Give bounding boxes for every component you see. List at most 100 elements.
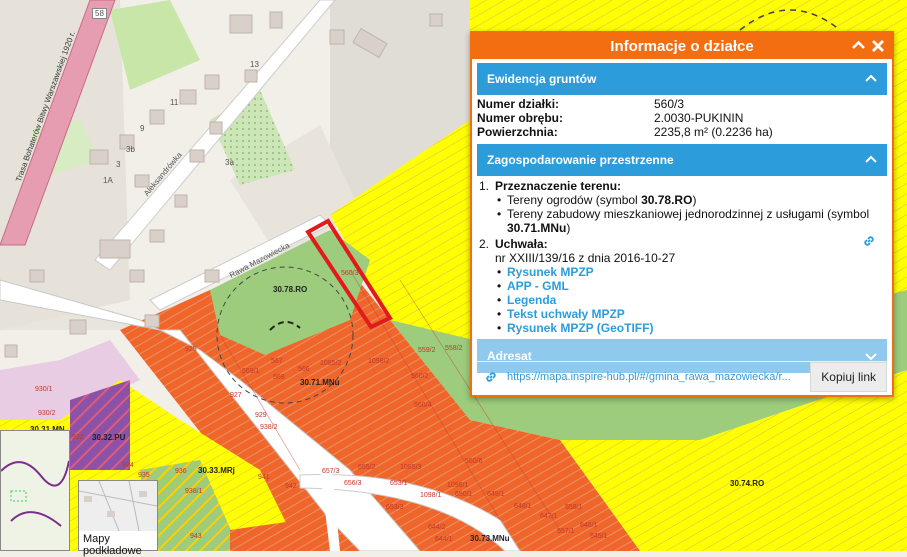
base-map-icon xyxy=(79,481,157,531)
parcel-number: 648/1 xyxy=(514,503,532,510)
parcel-number: 941 xyxy=(258,474,270,481)
parcel-number: 943 xyxy=(190,533,202,540)
zone-label: 30.74.RO xyxy=(730,479,765,488)
overview-map-thumb[interactable] xyxy=(0,430,70,551)
chevron-up-icon xyxy=(865,155,877,163)
link-rysunek-mpzp[interactable]: Rysunek MPZP xyxy=(507,265,594,279)
parcel-number: 644/1 xyxy=(435,536,453,543)
ewidencja-details: Numer działki: 560/3 Numer obrębu: 2.0030-… xyxy=(477,97,887,139)
building-number: 1A xyxy=(103,176,113,185)
building-number: 3a xyxy=(225,158,234,167)
parcel-number: 942 xyxy=(285,483,297,490)
chain-link-icon xyxy=(486,372,496,382)
link-legenda[interactable]: Legenda xyxy=(507,293,556,307)
kv-row: Numer działki: 560/3 xyxy=(477,97,887,111)
zone-symbol: 30.78.RO xyxy=(641,193,693,207)
selected-parcel-label: 560/3 xyxy=(341,270,359,277)
building-number: 13 xyxy=(250,60,259,69)
share-link-bar: https://mapa.inspire-hub.pl/#/gmina_rawa… xyxy=(477,361,887,392)
parcel-number: 647/1 xyxy=(540,513,558,520)
item-text: Tereny ogrodów (symbol xyxy=(507,193,642,207)
list-number: 1. xyxy=(479,179,490,193)
parcel-number: 927 xyxy=(230,392,242,399)
building-number: 11 xyxy=(170,98,179,107)
parcel-number: 1098/2 xyxy=(368,358,390,365)
base-maps-label: Mapy podkładowe xyxy=(83,533,142,557)
parcel-number: 560/4 xyxy=(414,402,432,409)
share-url[interactable]: https://mapa.inspire-hub.pl/#/gmina_rawa… xyxy=(501,371,810,383)
parcel-number: 567 xyxy=(271,358,283,365)
parcel-number: 938/2 xyxy=(260,424,278,431)
parcel-number: 655/2 xyxy=(358,464,376,471)
parcel-number: 560/6 xyxy=(465,458,483,465)
resolution-text: nr XXIII/139/16 z dnia 2016-10-27 xyxy=(495,251,676,265)
overview-map-icon xyxy=(0,431,70,550)
parcel-number: 646/1 xyxy=(580,522,598,529)
zone-label: 30.78.RO xyxy=(273,285,308,294)
parcel-number: 932 xyxy=(72,434,84,441)
zagospodarowanie-details: 1. Przeznaczenie terenu: Tereny ogrodów (… xyxy=(479,179,880,335)
parcel-number: 650/1 xyxy=(455,491,473,498)
parcel-number: 925 xyxy=(185,346,197,353)
zone-label: 30.32.PU xyxy=(92,433,126,442)
parcel-number: 1085/2 xyxy=(320,360,342,367)
item-title: Uchwała: xyxy=(495,237,548,251)
parcel-number: 649/1 xyxy=(487,491,505,498)
close-icon[interactable] xyxy=(869,37,886,54)
parcel-number: 569/1 xyxy=(242,368,260,375)
parcel-number: 653/3 xyxy=(386,504,404,511)
list-item: Tereny zabudowy mieszkaniowej jednorodzi… xyxy=(479,207,880,235)
zone-label: 30.71.MNu xyxy=(300,378,340,387)
parcel-number: 558/1 xyxy=(565,504,583,511)
section-zagospodarowanie-header[interactable]: Zagospodarowanie przestrzenne xyxy=(477,144,887,176)
kv-label: Numer obrębu: xyxy=(477,111,564,125)
popup-title: Informacje o działce xyxy=(610,37,754,55)
building-number: 9 xyxy=(140,124,145,133)
parcel-number: 644/2 xyxy=(428,524,446,531)
parcel-number: 656/3 xyxy=(344,480,362,487)
item-text: ) xyxy=(566,221,571,235)
kv-label: Numer działki: xyxy=(477,97,560,111)
kv-value: 560/3 xyxy=(654,97,685,111)
list-item: Tereny ogrodów (symbol 30.78.RO) xyxy=(479,193,880,207)
section-title: Zagospodarowanie przestrzenne xyxy=(487,153,674,167)
building-number: 3 xyxy=(116,160,121,169)
parcel-number: 1096/1 xyxy=(447,482,469,489)
chevron-up-icon xyxy=(865,74,877,82)
parcel-number: 930/1 xyxy=(35,386,53,393)
parcel-number: 938/1 xyxy=(185,488,203,495)
parcel-number: 568 xyxy=(273,374,285,381)
parcel-number: 657/3 xyxy=(322,468,340,475)
link-item: Tekst uchwały MPZP xyxy=(479,307,880,321)
chevrons-up-icon[interactable] xyxy=(850,37,867,54)
zone-label: 30.33.MRj xyxy=(198,466,235,475)
parcel-number: 936 xyxy=(175,468,187,475)
zone-symbol: 30.71.MNu xyxy=(507,221,567,235)
link-tekst-uchwaly[interactable]: Tekst uchwały MPZP xyxy=(507,307,625,321)
section-ewidencja-header[interactable]: Ewidencja gruntów xyxy=(477,63,887,95)
parcel-number: 560/2 xyxy=(411,373,429,380)
copy-link-button[interactable]: Kopiuj link xyxy=(810,362,887,392)
link-item: Rysunek MPZP xyxy=(479,265,880,279)
link-app-gml[interactable]: APP - GML xyxy=(507,279,569,293)
parcel-number: 1085/3 xyxy=(400,464,422,471)
kv-label: Powierzchnia: xyxy=(477,125,558,139)
section-title: Ewidencja gruntów xyxy=(487,72,597,86)
parcel-number: 930/2 xyxy=(38,410,56,417)
building-number: 3b xyxy=(126,145,135,154)
chain-link-icon[interactable] xyxy=(862,234,876,248)
parcel-number: 566 xyxy=(298,366,310,373)
road-number-badge: 58 xyxy=(92,8,107,19)
link-item: APP - GML xyxy=(479,279,880,293)
base-maps-button[interactable]: Mapy podkładowe xyxy=(78,480,158,557)
list-number: 2. xyxy=(479,237,490,251)
parcel-number: 934 xyxy=(122,462,134,469)
parcel-number: 557/1 xyxy=(557,528,575,535)
link-rysunek-geotiff[interactable]: Rysunek MPZP (GeoTIFF) xyxy=(507,321,653,335)
parcel-number: 1098/1 xyxy=(420,492,442,499)
item-title: Przeznaczenie terenu: xyxy=(495,179,622,193)
kv-row: Powierzchnia: 2235,8 m² (0.2236 ha) xyxy=(477,125,887,139)
parcel-number: 935 xyxy=(138,472,150,479)
parcel-number: 645/1 xyxy=(590,533,608,540)
link-item: Legenda xyxy=(479,293,880,307)
